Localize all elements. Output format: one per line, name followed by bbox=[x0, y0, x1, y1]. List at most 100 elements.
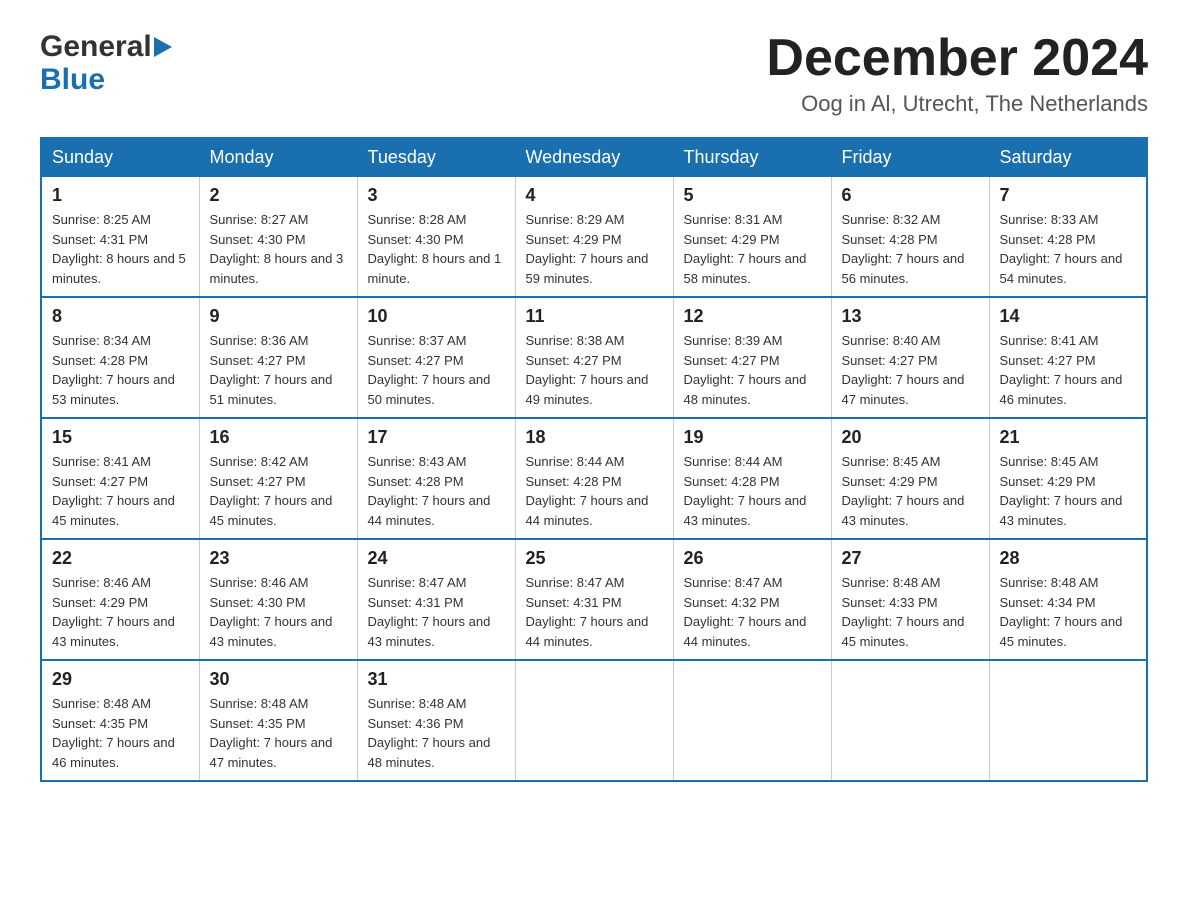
sunset-label: Sunset: 4:31 PM bbox=[368, 595, 464, 610]
calendar-cell: 12 Sunrise: 8:39 AM Sunset: 4:27 PM Dayl… bbox=[673, 297, 831, 418]
sunrise-label: Sunrise: 8:47 AM bbox=[368, 575, 467, 590]
day-number: 7 bbox=[1000, 185, 1137, 206]
day-info: Sunrise: 8:39 AM Sunset: 4:27 PM Dayligh… bbox=[684, 331, 821, 409]
calendar-cell: 25 Sunrise: 8:47 AM Sunset: 4:31 PM Dayl… bbox=[515, 539, 673, 660]
sunrise-label: Sunrise: 8:41 AM bbox=[1000, 333, 1099, 348]
sunrise-label: Sunrise: 8:48 AM bbox=[368, 696, 467, 711]
daylight-label: Daylight: 7 hours and 43 minutes. bbox=[684, 493, 807, 528]
sunset-label: Sunset: 4:27 PM bbox=[368, 353, 464, 368]
calendar-cell: 1 Sunrise: 8:25 AM Sunset: 4:31 PM Dayli… bbox=[41, 177, 199, 298]
day-number: 15 bbox=[52, 427, 189, 448]
sunset-label: Sunset: 4:28 PM bbox=[684, 474, 780, 489]
calendar-cell: 10 Sunrise: 8:37 AM Sunset: 4:27 PM Dayl… bbox=[357, 297, 515, 418]
calendar-cell: 31 Sunrise: 8:48 AM Sunset: 4:36 PM Dayl… bbox=[357, 660, 515, 781]
day-info: Sunrise: 8:27 AM Sunset: 4:30 PM Dayligh… bbox=[210, 210, 347, 288]
day-number: 4 bbox=[526, 185, 663, 206]
day-number: 10 bbox=[368, 306, 505, 327]
day-number: 9 bbox=[210, 306, 347, 327]
daylight-label: Daylight: 7 hours and 48 minutes. bbox=[684, 372, 807, 407]
day-info: Sunrise: 8:45 AM Sunset: 4:29 PM Dayligh… bbox=[842, 452, 979, 530]
sunrise-label: Sunrise: 8:36 AM bbox=[210, 333, 309, 348]
day-number: 3 bbox=[368, 185, 505, 206]
day-info: Sunrise: 8:46 AM Sunset: 4:29 PM Dayligh… bbox=[52, 573, 189, 651]
daylight-label: Daylight: 7 hours and 46 minutes. bbox=[52, 735, 175, 770]
day-info: Sunrise: 8:33 AM Sunset: 4:28 PM Dayligh… bbox=[1000, 210, 1137, 288]
calendar-cell: 7 Sunrise: 8:33 AM Sunset: 4:28 PM Dayli… bbox=[989, 177, 1147, 298]
daylight-label: Daylight: 7 hours and 43 minutes. bbox=[52, 614, 175, 649]
day-number: 27 bbox=[842, 548, 979, 569]
logo: General Blue bbox=[40, 30, 172, 96]
daylight-label: Daylight: 7 hours and 43 minutes. bbox=[1000, 493, 1123, 528]
sunset-label: Sunset: 4:29 PM bbox=[1000, 474, 1096, 489]
sunset-label: Sunset: 4:28 PM bbox=[526, 474, 622, 489]
sunrise-label: Sunrise: 8:41 AM bbox=[52, 454, 151, 469]
calendar-cell: 18 Sunrise: 8:44 AM Sunset: 4:28 PM Dayl… bbox=[515, 418, 673, 539]
column-header-wednesday: Wednesday bbox=[515, 138, 673, 177]
day-number: 18 bbox=[526, 427, 663, 448]
daylight-label: Daylight: 7 hours and 48 minutes. bbox=[368, 735, 491, 770]
location-subtitle: Oog in Al, Utrecht, The Netherlands bbox=[766, 91, 1148, 117]
calendar-cell: 28 Sunrise: 8:48 AM Sunset: 4:34 PM Dayl… bbox=[989, 539, 1147, 660]
daylight-label: Daylight: 7 hours and 43 minutes. bbox=[842, 493, 965, 528]
daylight-label: Daylight: 7 hours and 50 minutes. bbox=[368, 372, 491, 407]
daylight-label: Daylight: 7 hours and 43 minutes. bbox=[210, 614, 333, 649]
sunset-label: Sunset: 4:35 PM bbox=[210, 716, 306, 731]
sunrise-label: Sunrise: 8:48 AM bbox=[52, 696, 151, 711]
day-info: Sunrise: 8:37 AM Sunset: 4:27 PM Dayligh… bbox=[368, 331, 505, 409]
sunset-label: Sunset: 4:27 PM bbox=[52, 474, 148, 489]
sunrise-label: Sunrise: 8:46 AM bbox=[210, 575, 309, 590]
calendar-cell: 13 Sunrise: 8:40 AM Sunset: 4:27 PM Dayl… bbox=[831, 297, 989, 418]
sunset-label: Sunset: 4:28 PM bbox=[1000, 232, 1096, 247]
calendar-cell: 2 Sunrise: 8:27 AM Sunset: 4:30 PM Dayli… bbox=[199, 177, 357, 298]
day-number: 29 bbox=[52, 669, 189, 690]
day-number: 11 bbox=[526, 306, 663, 327]
sunrise-label: Sunrise: 8:45 AM bbox=[1000, 454, 1099, 469]
month-title: December 2024 bbox=[766, 30, 1148, 87]
calendar-cell bbox=[515, 660, 673, 781]
calendar-cell: 14 Sunrise: 8:41 AM Sunset: 4:27 PM Dayl… bbox=[989, 297, 1147, 418]
day-info: Sunrise: 8:48 AM Sunset: 4:34 PM Dayligh… bbox=[1000, 573, 1137, 651]
column-header-tuesday: Tuesday bbox=[357, 138, 515, 177]
daylight-label: Daylight: 7 hours and 49 minutes. bbox=[526, 372, 649, 407]
day-number: 25 bbox=[526, 548, 663, 569]
daylight-label: Daylight: 7 hours and 47 minutes. bbox=[842, 372, 965, 407]
header-row: SundayMondayTuesdayWednesdayThursdayFrid… bbox=[41, 138, 1147, 177]
day-info: Sunrise: 8:36 AM Sunset: 4:27 PM Dayligh… bbox=[210, 331, 347, 409]
sunset-label: Sunset: 4:27 PM bbox=[1000, 353, 1096, 368]
calendar-cell: 21 Sunrise: 8:45 AM Sunset: 4:29 PM Dayl… bbox=[989, 418, 1147, 539]
column-header-friday: Friday bbox=[831, 138, 989, 177]
sunrise-label: Sunrise: 8:42 AM bbox=[210, 454, 309, 469]
day-info: Sunrise: 8:40 AM Sunset: 4:27 PM Dayligh… bbox=[842, 331, 979, 409]
sunrise-label: Sunrise: 8:45 AM bbox=[842, 454, 941, 469]
day-number: 30 bbox=[210, 669, 347, 690]
column-header-saturday: Saturday bbox=[989, 138, 1147, 177]
sunset-label: Sunset: 4:36 PM bbox=[368, 716, 464, 731]
sunset-label: Sunset: 4:28 PM bbox=[52, 353, 148, 368]
sunset-label: Sunset: 4:29 PM bbox=[526, 232, 622, 247]
calendar-cell: 29 Sunrise: 8:48 AM Sunset: 4:35 PM Dayl… bbox=[41, 660, 199, 781]
sunset-label: Sunset: 4:30 PM bbox=[210, 232, 306, 247]
calendar-cell: 27 Sunrise: 8:48 AM Sunset: 4:33 PM Dayl… bbox=[831, 539, 989, 660]
calendar-table: SundayMondayTuesdayWednesdayThursdayFrid… bbox=[40, 137, 1148, 782]
daylight-label: Daylight: 7 hours and 44 minutes. bbox=[684, 614, 807, 649]
calendar-cell: 15 Sunrise: 8:41 AM Sunset: 4:27 PM Dayl… bbox=[41, 418, 199, 539]
sunset-label: Sunset: 4:30 PM bbox=[210, 595, 306, 610]
column-header-thursday: Thursday bbox=[673, 138, 831, 177]
sunrise-label: Sunrise: 8:27 AM bbox=[210, 212, 309, 227]
daylight-label: Daylight: 7 hours and 44 minutes. bbox=[526, 493, 649, 528]
calendar-cell: 30 Sunrise: 8:48 AM Sunset: 4:35 PM Dayl… bbox=[199, 660, 357, 781]
day-info: Sunrise: 8:43 AM Sunset: 4:28 PM Dayligh… bbox=[368, 452, 505, 530]
day-number: 31 bbox=[368, 669, 505, 690]
calendar-header: SundayMondayTuesdayWednesdayThursdayFrid… bbox=[41, 138, 1147, 177]
sunrise-label: Sunrise: 8:47 AM bbox=[684, 575, 783, 590]
day-number: 16 bbox=[210, 427, 347, 448]
calendar-cell: 11 Sunrise: 8:38 AM Sunset: 4:27 PM Dayl… bbox=[515, 297, 673, 418]
week-row-4: 22 Sunrise: 8:46 AM Sunset: 4:29 PM Dayl… bbox=[41, 539, 1147, 660]
sunset-label: Sunset: 4:30 PM bbox=[368, 232, 464, 247]
day-info: Sunrise: 8:42 AM Sunset: 4:27 PM Dayligh… bbox=[210, 452, 347, 530]
day-info: Sunrise: 8:44 AM Sunset: 4:28 PM Dayligh… bbox=[526, 452, 663, 530]
day-number: 28 bbox=[1000, 548, 1137, 569]
day-info: Sunrise: 8:32 AM Sunset: 4:28 PM Dayligh… bbox=[842, 210, 979, 288]
day-info: Sunrise: 8:47 AM Sunset: 4:31 PM Dayligh… bbox=[368, 573, 505, 651]
sunset-label: Sunset: 4:27 PM bbox=[526, 353, 622, 368]
